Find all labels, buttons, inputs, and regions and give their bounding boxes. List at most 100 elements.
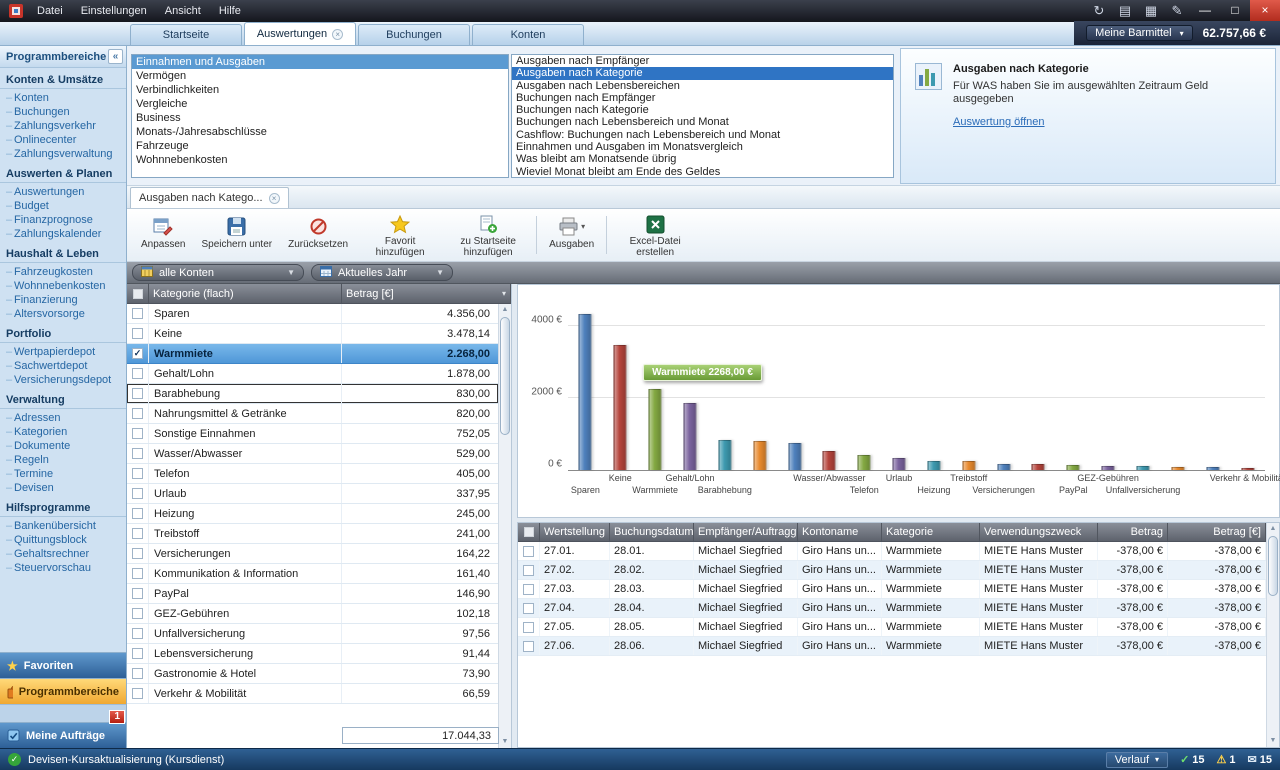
minimize-button[interactable]: — (1190, 0, 1220, 22)
category-row-barabhebung[interactable]: Barabhebung830,00 (127, 384, 498, 404)
row-checkbox[interactable] (132, 428, 143, 439)
category-row-sparen[interactable]: Sparen4.356,00 (127, 304, 498, 324)
bar-kommunikation-information[interactable] (1032, 464, 1045, 470)
category-row-versicherungen[interactable]: Versicherungen164,22 (127, 544, 498, 564)
sidebar-collapse-button[interactable]: « (108, 49, 123, 64)
row-checkbox[interactable] (132, 328, 143, 339)
tab-close-icon[interactable]: × (332, 29, 343, 40)
bar-wasser-abwasser[interactable] (823, 451, 836, 470)
select-all-column-header[interactable] (518, 523, 540, 541)
row-checkbox[interactable] (132, 368, 143, 379)
sidebar-item-quittungsblock[interactable]: Quittungsblock (0, 533, 126, 547)
sidebar-button-meine-aufträge[interactable]: Meine Aufträge1 (0, 722, 126, 748)
tab-startseite[interactable]: Startseite (130, 24, 242, 45)
sidebar-item-zahlungsverkehr[interactable]: Zahlungsverkehr (0, 119, 126, 133)
group-item-business[interactable]: Business (132, 111, 508, 125)
transaction-row[interactable]: 27.05.28.05.Michael SiegfriedGiro Hans u… (518, 618, 1279, 637)
bar-paypal[interactable] (1067, 465, 1080, 470)
category-row-lebensversicherung[interactable]: Lebensversicherung91,44 (127, 644, 498, 664)
row-checkbox[interactable] (132, 408, 143, 419)
toolbar-button-excel-datei-erstellen[interactable]: Excel-Datei erstellen (611, 211, 699, 259)
menu-ansicht[interactable]: Ansicht (156, 0, 210, 22)
bar-verkehr-mobilität[interactable] (1241, 468, 1254, 470)
category-row-warmmiete[interactable]: ✓Warmmiete2.268,00 (127, 344, 498, 364)
sidebar-item-buchungen[interactable]: Buchungen (0, 105, 126, 119)
report-item-buchungen-nach-kategorie[interactable]: Buchungen nach Kategorie (512, 104, 893, 116)
group-item-vergleiche[interactable]: Vergleiche (132, 97, 508, 111)
sidebar-item-konten[interactable]: Konten (0, 91, 126, 105)
row-checkbox[interactable] (132, 668, 143, 679)
bar-gehalt-lohn[interactable] (683, 403, 696, 470)
row-checkbox[interactable] (523, 565, 534, 576)
transaction-row[interactable]: 27.01.28.01.Michael SiegfriedGiro Hans u… (518, 542, 1279, 561)
row-checkbox[interactable] (132, 508, 143, 519)
status-counter-ok[interactable]: ✓15 (1180, 753, 1204, 766)
filter-aktuelles-jahr[interactable]: Aktuelles Jahr▼ (311, 264, 453, 281)
scrollbar-thumb[interactable] (1268, 536, 1278, 596)
sidebar-item-altersvorsorge[interactable]: Altersvorsorge (0, 307, 126, 321)
open-report-link[interactable]: Auswertung öffnen (953, 116, 1045, 128)
sidebar-item-zahlungskalender[interactable]: Zahlungskalender (0, 227, 126, 241)
row-checkbox[interactable]: ✓ (132, 348, 143, 359)
tab-auswertungen[interactable]: Auswertungen× (244, 22, 356, 45)
category-row-verkehr-mobilität[interactable]: Verkehr & Mobilität66,59 (127, 684, 498, 704)
bar-lebensversicherung[interactable] (1171, 467, 1184, 470)
filter-alle-konten[interactable]: alle Konten▼ (132, 264, 304, 281)
report-item-cashflow-buchungen-nach-lebensbereich-und-monat[interactable]: Cashflow: Buchungen nach Lebensbereich u… (512, 129, 893, 141)
scroll-down-icon[interactable]: ▼ (1267, 735, 1279, 747)
verlauf-button[interactable]: Verlauf ▾ (1106, 752, 1168, 768)
group-item-wohnnebenkosten[interactable]: Wohnnebenkosten (132, 153, 508, 167)
sidebar-item-budget[interactable]: Budget (0, 199, 126, 213)
bar-sparen[interactable] (579, 314, 592, 470)
new-window-icon[interactable]: ▤ (1112, 0, 1138, 22)
toolbar-button-anpassen[interactable]: Anpassen (133, 211, 193, 259)
status-counter-warning[interactable]: ⚠1 (1217, 753, 1236, 766)
sidebar-item-dokumente[interactable]: Dokumente (0, 439, 126, 453)
tx-column-header-kategorie[interactable]: Kategorie (882, 523, 980, 541)
close-button[interactable]: × (1250, 0, 1280, 22)
row-checkbox[interactable] (132, 688, 143, 699)
toolbar-button-zu-startseite-hinzufügen[interactable]: zu Startseite hinzufügen (444, 211, 532, 259)
row-checkbox[interactable] (132, 468, 143, 479)
tx-column-header-kontoname[interactable]: Kontoname (798, 523, 882, 541)
toolbar-button-speichern-unter[interactable]: Speichern unter (193, 211, 280, 259)
tx-column-header-empfänger-auftraggeber[interactable]: Empfänger/Auftraggeber (694, 523, 798, 541)
group-item-einnahmen-und-ausgaben[interactable]: Einnahmen und Ausgaben (132, 55, 508, 69)
group-item-vermögen[interactable]: Vermögen (132, 69, 508, 83)
bar-versicherungen[interactable] (997, 464, 1010, 470)
report-item-buchungen-nach-empfänger[interactable]: Buchungen nach Empfänger (512, 92, 893, 104)
sync-icon[interactable]: ↻ (1086, 0, 1112, 22)
transaction-row[interactable]: 27.04.28.04.Michael SiegfriedGiro Hans u… (518, 599, 1279, 618)
bar-sonstige-einnahmen[interactable] (788, 443, 801, 470)
transaction-row[interactable]: 27.06.28.06.Michael SiegfriedGiro Hans u… (518, 637, 1279, 656)
maximize-button[interactable]: □ (1220, 0, 1250, 22)
toolbar-button-favorit-hinzufügen[interactable]: Favorit hinzufügen (356, 211, 444, 259)
row-checkbox[interactable] (523, 546, 534, 557)
row-checkbox[interactable] (132, 628, 143, 639)
report-item-was-bleibt-am-monatsende-übrig[interactable]: Was bleibt am Monatsende übrig (512, 153, 893, 165)
bar-unfallversicherung[interactable] (1137, 466, 1150, 470)
category-row-sonstige-einnahmen[interactable]: Sonstige Einnahmen752,05 (127, 424, 498, 444)
amount-column-header[interactable]: Betrag [€] ▾ (342, 284, 511, 303)
sidebar-item-bankenübersicht[interactable]: Bankenübersicht (0, 519, 126, 533)
sidebar-button-favoriten[interactable]: ★Favoriten (0, 652, 126, 678)
category-row-gez-gebühren[interactable]: GEZ-Gebühren102,18 (127, 604, 498, 624)
menu-einstellungen[interactable]: Einstellungen (72, 0, 156, 22)
sidebar-item-termine[interactable]: Termine (0, 467, 126, 481)
row-checkbox[interactable] (132, 548, 143, 559)
category-row-urlaub[interactable]: Urlaub337,95 (127, 484, 498, 504)
category-row-gehalt-lohn[interactable]: Gehalt/Lohn1.878,00 (127, 364, 498, 384)
scroll-up-icon[interactable]: ▲ (499, 304, 511, 316)
tx-column-header-wertstellung[interactable]: Wertstellung (540, 523, 610, 541)
sidebar-item-finanzprognose[interactable]: Finanzprognose (0, 213, 126, 227)
scrollbar-thumb[interactable] (500, 317, 510, 435)
scroll-up-icon[interactable]: ▲ (1267, 523, 1279, 535)
category-row-treibstoff[interactable]: Treibstoff241,00 (127, 524, 498, 544)
sidebar-item-regeln[interactable]: Regeln (0, 453, 126, 467)
report-item-buchungen-nach-lebensbereich-und-monat[interactable]: Buchungen nach Lebensbereich und Monat (512, 116, 893, 128)
sidebar-item-gehaltsrechner[interactable]: Gehaltsrechner (0, 547, 126, 561)
transactions-scrollbar[interactable]: ▲ ▼ (1266, 523, 1279, 747)
bar-gez-gebühren[interactable] (1102, 466, 1115, 470)
category-table-scrollbar[interactable]: ▲ ▼ (498, 304, 511, 748)
row-checkbox[interactable] (523, 622, 534, 633)
